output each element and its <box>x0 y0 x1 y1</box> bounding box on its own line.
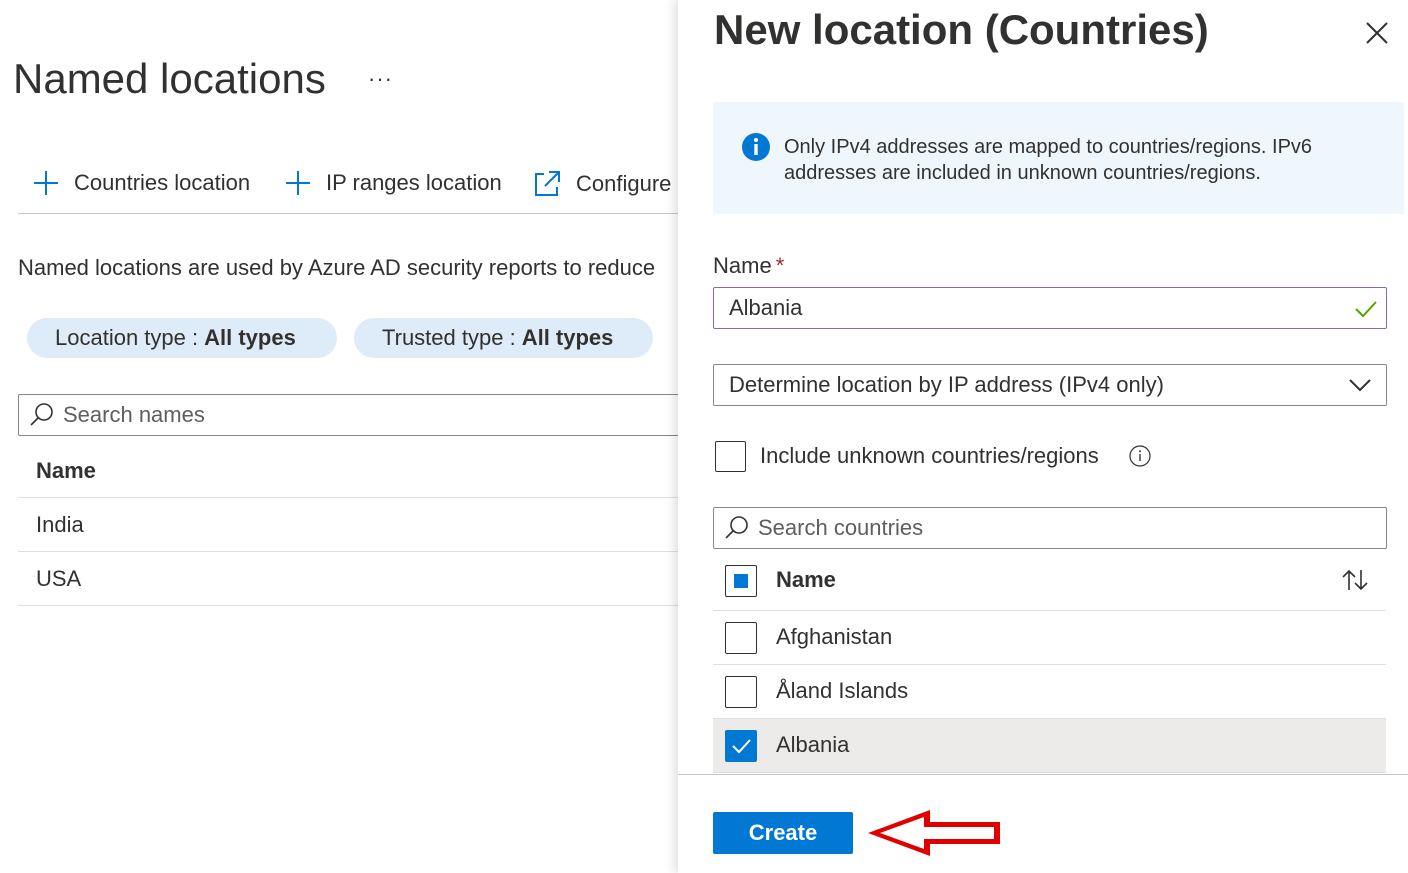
info-message-text: Only IPv4 addresses are mapped to countr… <box>784 136 1313 184</box>
create-button[interactable]: Create <box>713 812 853 854</box>
lookup-method-dropdown[interactable]: Determine location by IP address (IPv4 o… <box>713 364 1387 406</box>
location-type-filter-value: All types <box>204 325 296 350</box>
trusted-type-filter[interactable]: Trusted type : All types <box>354 318 653 358</box>
search-countries-placeholder: Search countries <box>758 515 924 540</box>
trusted-type-filter-label: Trusted type : <box>382 325 516 350</box>
country-checkbox[interactable] <box>725 622 757 654</box>
named-locations-page: Named locations ··· Countries location I… <box>0 0 678 873</box>
ip-ranges-location-button[interactable]: IP ranges location <box>284 169 502 197</box>
countries-table-header: Name <box>713 554 1386 611</box>
country-checkbox-checked[interactable] <box>725 730 757 762</box>
configure-button[interactable]: Configure <box>532 169 671 199</box>
location-type-filter-label: Location type : <box>55 325 199 350</box>
name-field-label: Name * <box>713 253 784 279</box>
description-text: Named locations are used by Azure AD sec… <box>18 255 656 280</box>
page-title: Named locations <box>13 55 326 102</box>
search-icon <box>725 516 748 539</box>
country-checkbox[interactable] <box>725 676 757 708</box>
command-bar: Countries location IP ranges location Co… <box>18 162 678 214</box>
search-icon <box>30 403 53 426</box>
country-row[interactable]: Afghanistan <box>713 611 1386 665</box>
table-row[interactable]: USA <box>18 552 678 606</box>
search-names-input[interactable]: Search names <box>18 394 678 436</box>
checkmark-icon <box>732 739 751 754</box>
footer-divider <box>678 774 1408 775</box>
search-countries-input[interactable]: Search countries <box>713 507 1387 549</box>
trusted-type-filter-value: All types <box>521 325 614 350</box>
table-row[interactable]: India <box>18 498 678 552</box>
include-unknown-checkbox[interactable] <box>715 441 746 472</box>
countries-location-label: Countries location <box>74 170 251 195</box>
name-column-header[interactable]: Name <box>18 444 678 498</box>
country-name: Albania <box>776 732 850 757</box>
configure-label: Configure <box>576 171 672 196</box>
country-row-selected[interactable]: Albania <box>713 719 1386 773</box>
panel-title: New location (Countries) <box>714 6 1209 53</box>
include-unknown-label: Include unknown countries/regions <box>760 443 1099 468</box>
more-options-button[interactable]: ··· <box>368 66 393 92</box>
name-column-header[interactable]: Name <box>776 567 836 593</box>
country-name: Åland Islands <box>776 678 909 703</box>
info-tooltip-icon[interactable] <box>1129 445 1151 467</box>
lookup-method-value: Determine location by IP address (IPv4 o… <box>729 372 1164 397</box>
name-input[interactable]: Albania <box>713 287 1387 329</box>
checkmark-icon <box>1355 301 1377 318</box>
country-name: Afghanistan <box>776 624 893 649</box>
name-label-text: Name <box>713 253 772 278</box>
plus-icon <box>34 171 58 195</box>
countries-location-button[interactable]: Countries location <box>32 169 250 197</box>
select-all-checkbox[interactable] <box>725 565 757 597</box>
plus-icon <box>286 171 310 195</box>
named-locations-table: Name India USA <box>18 444 678 606</box>
required-indicator: * <box>775 253 785 278</box>
info-icon <box>742 133 770 161</box>
red-arrow-annotation <box>868 810 1000 856</box>
sort-icon[interactable] <box>1340 568 1370 592</box>
new-location-panel: New location (Countries) Only IPv4 addre… <box>678 0 1408 873</box>
chevron-down-icon <box>1349 379 1371 392</box>
info-message-bar: Only IPv4 addresses are mapped to countr… <box>713 102 1404 214</box>
countries-table: Name Afghanistan Åland Islands Albania <box>713 554 1386 773</box>
location-type-filter[interactable]: Location type : All types <box>27 318 337 358</box>
external-link-icon <box>535 171 560 196</box>
ip-ranges-location-label: IP ranges location <box>326 170 502 195</box>
country-row[interactable]: Åland Islands <box>713 665 1386 719</box>
name-input-value: Albania <box>729 295 803 320</box>
search-names-placeholder: Search names <box>63 402 205 427</box>
close-icon[interactable] <box>1364 20 1390 46</box>
